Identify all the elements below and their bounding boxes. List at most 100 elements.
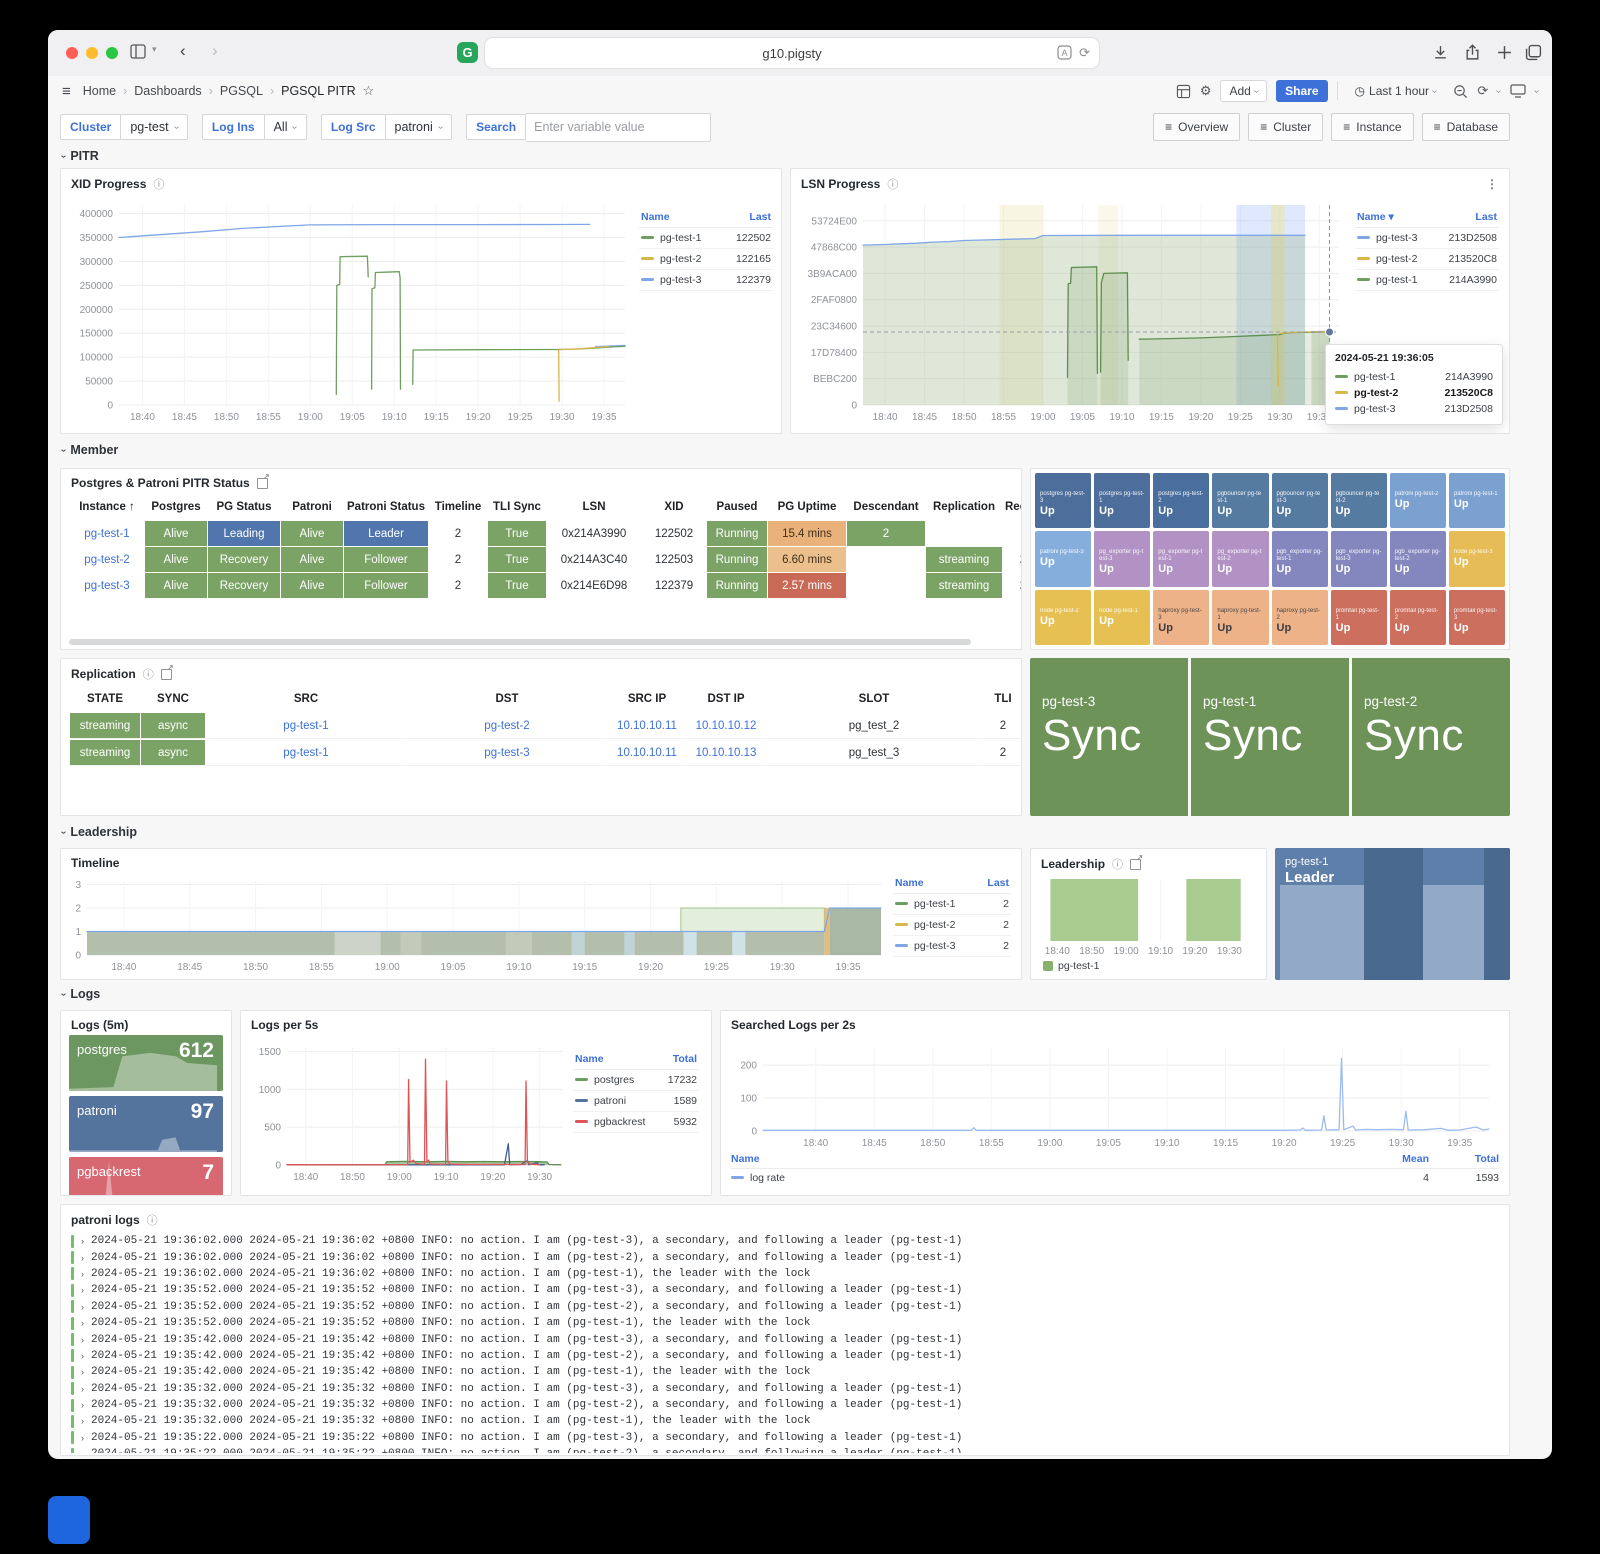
status-tile[interactable]: postgres pg-test-1Up [1094, 473, 1150, 528]
column-header[interactable]: LSN [547, 494, 641, 520]
column-header[interactable]: SRC IP [608, 686, 686, 712]
column-header[interactable]: PG Uptime [768, 494, 846, 520]
panel-title[interactable]: Replication [71, 667, 136, 681]
column-header[interactable]: Postgres [145, 494, 207, 520]
status-tile[interactable]: haproxy pg-test-1Up [1212, 590, 1268, 645]
downloads-icon[interactable] [1432, 44, 1449, 61]
instance-link[interactable]: pg-test-1 [70, 521, 144, 546]
zoom-out-time-icon[interactable] [1453, 84, 1468, 99]
log-lines-list[interactable]: ›2024-05-21 19:36:02.000 2024-05-21 19:3… [61, 1231, 1509, 1453]
expand-chevron-icon[interactable]: › [81, 1416, 84, 1426]
view-button-overview[interactable]: ≡Overview [1153, 113, 1240, 141]
instance-link[interactable]: pg-test-1 [206, 740, 406, 765]
status-tile[interactable]: promtail pg-test-3Up [1449, 590, 1505, 645]
info-icon[interactable]: ⓘ [887, 176, 898, 192]
column-header[interactable]: TLI Sync [488, 494, 546, 520]
expand-chevron-icon[interactable]: › [81, 1253, 84, 1263]
log-line[interactable]: ›2024-05-21 19:35:32.000 2024-05-21 19:3… [71, 1413, 1499, 1429]
log-line[interactable]: ›2024-05-21 19:35:52.000 2024-05-21 19:3… [71, 1315, 1499, 1331]
legend-column-header[interactable]: Last [749, 211, 771, 223]
tab-overview-icon[interactable] [1525, 44, 1542, 61]
legend-column-header[interactable]: Name [895, 877, 924, 889]
refresh-interval-chevron[interactable]: › [1493, 89, 1504, 92]
status-tile[interactable]: pg_exporter pg-test-1Up [1153, 531, 1209, 586]
expand-chevron-icon[interactable]: › [81, 1269, 84, 1279]
legend-column-mean[interactable]: Mean [1359, 1153, 1429, 1165]
status-tile[interactable]: promtail pg-test-1Up [1331, 590, 1387, 645]
column-header[interactable]: Descendant [847, 494, 925, 520]
legend-column-header[interactable]: Name [641, 211, 670, 223]
column-header[interactable]: Patroni Status [344, 494, 428, 520]
panel-title[interactable]: LSN Progress [801, 177, 880, 191]
panel-menu-icon[interactable]: ⋮ [1486, 177, 1499, 191]
lsn-chart[interactable]: 0BEBC20017D7840023C346002FAF08003B9ACA00… [799, 197, 1351, 425]
column-header[interactable]: DST [407, 686, 607, 712]
panel-title[interactable]: Searched Logs per 2s [731, 1018, 856, 1032]
column-header[interactable]: Replication [926, 494, 1002, 520]
breadcrumb-pgsql[interactable]: PGSQL [220, 84, 263, 98]
section-leadership[interactable]: ›Leadership [62, 825, 137, 839]
column-header[interactable]: STATE [70, 686, 140, 712]
expand-chevron-icon[interactable]: › [81, 1285, 84, 1295]
log-line[interactable]: ›2024-05-21 19:35:42.000 2024-05-21 19:3… [71, 1348, 1499, 1364]
column-header[interactable]: XID [642, 494, 706, 520]
expand-chevron-icon[interactable]: › [81, 1318, 84, 1328]
logsrc-select[interactable]: patroni› [386, 114, 453, 140]
expand-chevron-icon[interactable]: › [81, 1302, 84, 1312]
instance-link[interactable]: pg-test-2 [407, 713, 607, 738]
column-header[interactable]: SYNC [141, 686, 205, 712]
expand-chevron-icon[interactable]: › [81, 1367, 84, 1377]
instance-link[interactable]: pg-test-3 [407, 740, 607, 765]
panel-title[interactable]: Logs per 5s [251, 1018, 318, 1032]
status-tile[interactable]: pg_exporter pg-test-3Up [1094, 531, 1150, 586]
view-button-database[interactable]: ≡Database [1422, 113, 1510, 141]
legend-row[interactable]: pg-test-22 [893, 915, 1011, 936]
log-line[interactable]: ›2024-05-21 19:35:52.000 2024-05-21 19:3… [71, 1282, 1499, 1298]
sync-box[interactable]: pg-test-2Sync [1352, 658, 1510, 816]
address-bar[interactable]: g10.pigsty A ⟳ [485, 38, 1099, 68]
status-tile[interactable]: pgbouncer pg-test-3Up [1272, 473, 1328, 528]
leadership-chart[interactable]: 18:4018:5019:0019:1019:2019:30 [1039, 875, 1258, 959]
share-button[interactable]: Share [1276, 80, 1327, 102]
legend-column-header[interactable]: Name [575, 1053, 604, 1065]
section-logs[interactable]: ›Logs [62, 987, 100, 1001]
search-input[interactable] [526, 113, 711, 142]
column-header[interactable]: PG Status [208, 494, 280, 520]
cluster-select[interactable]: pg-test› [121, 114, 188, 140]
log-count-tile[interactable]: patroni97 [69, 1096, 223, 1152]
log-line[interactable]: ›2024-05-21 19:36:02.000 2024-05-21 19:3… [71, 1249, 1499, 1265]
logins-select[interactable]: All› [265, 114, 307, 140]
legend-row[interactable]: pg-test-2122165 [639, 249, 773, 270]
breadcrumb-dashboards[interactable]: Dashboards [134, 84, 201, 98]
status-tile[interactable]: pgb_exporter pg-test-1Up [1272, 531, 1328, 586]
status-tile[interactable]: pgbouncer pg-test-2Up [1331, 473, 1387, 528]
info-icon[interactable]: ⓘ [143, 666, 154, 682]
mega-menu-icon[interactable]: ≡ [62, 83, 71, 100]
expand-chevron-icon[interactable]: › [81, 1351, 84, 1361]
status-tile[interactable]: node pg-test-3Up [1449, 531, 1505, 586]
column-header[interactable]: Patroni [281, 494, 343, 520]
translate-icon[interactable]: A [1057, 45, 1072, 60]
external-link-icon[interactable] [1130, 859, 1141, 870]
section-member[interactable]: ›Member [62, 443, 118, 457]
log-line[interactable]: ›2024-05-21 19:36:02.000 2024-05-21 19:3… [71, 1266, 1499, 1282]
legend-column-name[interactable]: Name [731, 1153, 760, 1165]
status-tile[interactable]: haproxy pg-test-2Up [1272, 590, 1328, 645]
column-header[interactable]: SRC [206, 686, 406, 712]
legend-column-header[interactable]: Name ▾ [1357, 211, 1394, 223]
add-button[interactable]: Add› [1220, 80, 1267, 102]
legend-column-header[interactable]: Last [987, 877, 1009, 889]
legend-column-header[interactable]: Total [673, 1053, 697, 1065]
logs-per-5s-chart[interactable]: 05001000150018:4018:5019:0019:1019:2019:… [249, 1037, 569, 1185]
instance-link[interactable]: 10.10.10.13 [687, 740, 765, 765]
legend-series-name[interactable]: pg-test-1 [1058, 960, 1099, 972]
timeline-chart[interactable]: 012318:4018:4518:5018:5519:0019:0519:101… [69, 875, 889, 975]
column-header[interactable]: SLOT [766, 686, 982, 712]
favorite-star-icon[interactable]: ☆ [363, 83, 375, 99]
sidebar-chevron-icon[interactable]: ▾ [152, 44, 157, 55]
status-tile[interactable]: pgbouncer pg-test-1Up [1212, 473, 1268, 528]
searched-logs-chart[interactable]: 010020018:4018:4518:5018:5519:0019:0519:… [729, 1035, 1501, 1151]
status-tile[interactable]: pg_exporter pg-test-2Up [1212, 531, 1268, 586]
log-line[interactable]: ›2024-05-21 19:35:52.000 2024-05-21 19:3… [71, 1299, 1499, 1315]
xid-chart[interactable]: 0500001000001500002000002500003000003500… [69, 197, 635, 425]
